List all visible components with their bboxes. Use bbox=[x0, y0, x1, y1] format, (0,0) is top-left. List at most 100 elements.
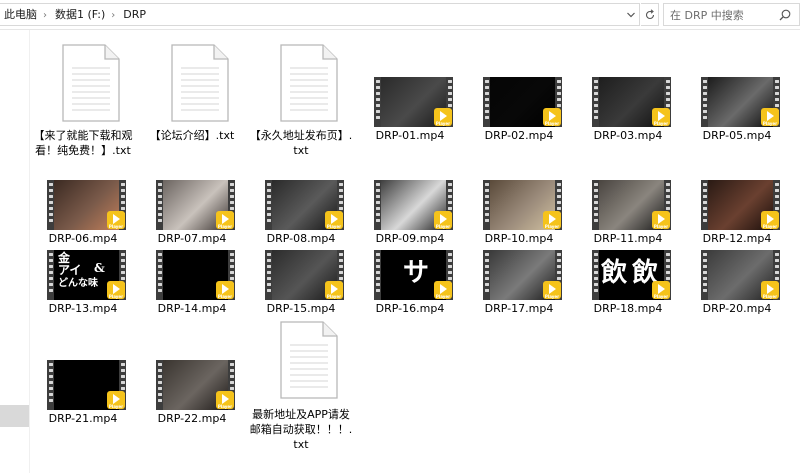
video-thumbnail: Player bbox=[156, 360, 235, 410]
chevron-right-icon[interactable]: › bbox=[43, 9, 47, 23]
breadcrumb-item-this-pc[interactable]: 此电脑 bbox=[4, 8, 37, 22]
file-name: DRP-16.mp4 bbox=[375, 302, 445, 315]
video-thumbnail: Player bbox=[701, 77, 780, 127]
chevron-down-icon[interactable] bbox=[625, 8, 637, 22]
film-strip bbox=[483, 250, 490, 300]
player-badge-label: Player bbox=[217, 294, 233, 299]
player-badge-label: Player bbox=[762, 294, 778, 299]
video-thumbnail: Player bbox=[483, 77, 562, 127]
player-badge-label: Player bbox=[435, 294, 451, 299]
file-name: DRP-20.mp4 bbox=[702, 302, 772, 315]
file-item-video[interactable]: サ Player DRP-16.mp4 bbox=[358, 203, 462, 315]
player-icon: Player bbox=[652, 281, 670, 299]
video-thumbnail: Player bbox=[156, 250, 235, 300]
player-badge-label: Player bbox=[653, 294, 669, 299]
video-thumbnail: Player bbox=[47, 360, 126, 410]
player-badge-label: Player bbox=[544, 294, 560, 299]
video-thumbnail: Player bbox=[265, 250, 344, 300]
film-strip bbox=[156, 360, 163, 410]
file-item-video[interactable]: Player DRP-03.mp4 bbox=[576, 30, 680, 142]
thumb-caption-text: サ bbox=[403, 258, 430, 288]
file-name: DRP-21.mp4 bbox=[48, 412, 118, 425]
file-item-txt[interactable]: 最新地址及APP请发邮箱自动获取！！！.txt bbox=[249, 311, 353, 451]
search-box[interactable] bbox=[663, 3, 800, 26]
player-icon: Player bbox=[543, 281, 561, 299]
file-item-txt[interactable]: 【来了就能下载和观看！纯免费！】.txt bbox=[31, 32, 135, 157]
player-icon: Player bbox=[761, 108, 779, 126]
player-badge-label: Player bbox=[108, 404, 124, 409]
film-strip bbox=[592, 250, 599, 300]
film-strip bbox=[374, 250, 381, 300]
file-item-video[interactable]: 金アイ & どんな味 Player DRP-13.mp4 bbox=[31, 203, 135, 315]
thumb-caption-text: 飲 bbox=[601, 258, 628, 288]
thumb-caption-text: & bbox=[94, 261, 105, 275]
file-item-txt[interactable]: 【永久地址发布页】.txt bbox=[249, 32, 353, 157]
file-item-video[interactable]: Player DRP-05.mp4 bbox=[685, 30, 789, 142]
file-item-video[interactable]: Player DRP-22.mp4 bbox=[140, 313, 244, 425]
player-badge-label: Player bbox=[435, 121, 451, 126]
address-bar-row: 此电脑 › 数据1 (F:) › DRP bbox=[0, 0, 800, 30]
refresh-button[interactable] bbox=[641, 3, 659, 26]
film-strip bbox=[592, 77, 599, 127]
breadcrumb-item-folder[interactable]: DRP bbox=[123, 8, 146, 22]
video-thumbnail: Player bbox=[374, 77, 453, 127]
file-name: DRP-22.mp4 bbox=[157, 412, 227, 425]
file-list[interactable]: 【来了就能下载和观看！纯免费！】.txt 【论坛介绍】.txt 【永久地址发布页】.… bbox=[31, 30, 800, 473]
file-item-video[interactable]: Player DRP-20.mp4 bbox=[685, 203, 789, 315]
player-badge-label: Player bbox=[653, 121, 669, 126]
text-file-icon bbox=[62, 44, 120, 122]
film-strip bbox=[156, 250, 163, 300]
file-item-video[interactable]: Player DRP-01.mp4 bbox=[358, 30, 462, 142]
player-badge-label: Player bbox=[217, 404, 233, 409]
breadcrumb: 此电脑 › 数据1 (F:) › DRP bbox=[4, 8, 146, 23]
file-item-video[interactable]: Player DRP-21.mp4 bbox=[31, 313, 135, 425]
player-badge-label: Player bbox=[544, 121, 560, 126]
search-icon[interactable] bbox=[779, 9, 791, 21]
film-strip bbox=[47, 360, 54, 410]
film-strip bbox=[701, 77, 708, 127]
search-input[interactable] bbox=[670, 7, 780, 23]
film-strip bbox=[701, 250, 708, 300]
thumb-caption-text: アイ bbox=[58, 263, 82, 277]
player-icon: Player bbox=[107, 281, 125, 299]
player-icon: Player bbox=[325, 281, 343, 299]
file-item-video[interactable]: 飲飲 Player DRP-18.mp4 bbox=[576, 203, 680, 315]
player-icon: Player bbox=[543, 108, 561, 126]
video-thumbnail: 金アイ & どんな味 Player bbox=[47, 250, 126, 300]
text-file-icon bbox=[171, 44, 229, 122]
file-item-txt[interactable]: 【论坛介绍】.txt bbox=[140, 32, 244, 142]
text-file-icon bbox=[280, 44, 338, 122]
navigation-pane[interactable] bbox=[0, 30, 30, 473]
player-icon: Player bbox=[216, 391, 234, 409]
player-badge-label: Player bbox=[762, 121, 778, 126]
player-badge-label: Player bbox=[108, 294, 124, 299]
film-strip bbox=[483, 77, 490, 127]
film-strip bbox=[47, 250, 54, 300]
address-bar[interactable]: 此电脑 › 数据1 (F:) › DRP bbox=[0, 3, 640, 26]
player-icon: Player bbox=[107, 391, 125, 409]
file-name: DRP-18.mp4 bbox=[593, 302, 663, 315]
video-thumbnail: Player bbox=[592, 77, 671, 127]
file-item-video[interactable]: Player DRP-17.mp4 bbox=[467, 203, 571, 315]
video-thumbnail: Player bbox=[483, 250, 562, 300]
text-file-icon bbox=[280, 321, 338, 399]
video-thumbnail: 飲飲 Player bbox=[592, 250, 671, 300]
navigation-pane-selected-item[interactable] bbox=[0, 405, 29, 427]
video-thumbnail: Player bbox=[701, 250, 780, 300]
player-icon: Player bbox=[216, 281, 234, 299]
player-icon: Player bbox=[652, 108, 670, 126]
video-thumbnail: サ Player bbox=[374, 250, 453, 300]
refresh-icon bbox=[645, 9, 654, 20]
player-icon: Player bbox=[434, 108, 452, 126]
breadcrumb-item-drive[interactable]: 数据1 (F:) bbox=[55, 8, 105, 22]
file-item-video[interactable]: Player DRP-14.mp4 bbox=[140, 203, 244, 315]
file-item-video[interactable]: Player DRP-02.mp4 bbox=[467, 30, 571, 142]
thumb-caption-text: どんな味 bbox=[58, 278, 98, 289]
player-icon: Player bbox=[434, 281, 452, 299]
film-strip bbox=[374, 77, 381, 127]
file-name: 最新地址及APP请发邮箱自动获取！！！.txt bbox=[249, 408, 353, 451]
chevron-right-icon[interactable]: › bbox=[111, 9, 115, 23]
player-icon: Player bbox=[761, 281, 779, 299]
player-badge-label: Player bbox=[326, 294, 342, 299]
file-item-video[interactable]: Player DRP-15.mp4 bbox=[249, 203, 353, 315]
